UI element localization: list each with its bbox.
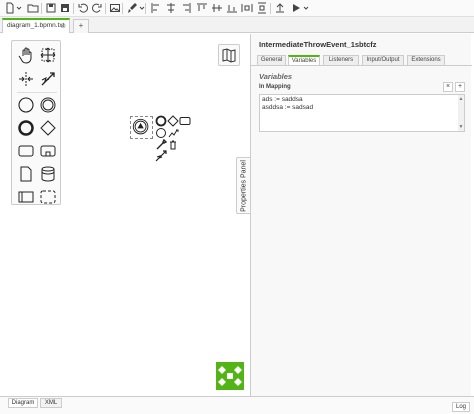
gateway-icon[interactable]: [39, 119, 57, 137]
minimap-toggle-button[interactable]: [218, 44, 240, 66]
tab-diagram[interactable]: Diagram: [8, 398, 38, 408]
start-event-icon[interactable]: [17, 96, 35, 114]
scroll-up-icon[interactable]: ▲: [458, 95, 464, 103]
mapping-item[interactable]: asddsa := sadsad: [262, 104, 462, 112]
align-center-icon[interactable]: [165, 2, 177, 14]
connect-icon[interactable]: [155, 150, 167, 162]
scroll-down-icon[interactable]: ▼: [458, 123, 464, 131]
intermediate-throw-event-icon[interactable]: [131, 117, 152, 138]
remove-mapping-button[interactable]: ×: [443, 82, 453, 92]
main-toolbar: [0, 0, 474, 17]
properties-panel: IntermediateThrowEvent_1sbtcfz General V…: [250, 34, 472, 396]
subprocess-icon[interactable]: [39, 142, 57, 160]
tab-xml[interactable]: XML: [40, 398, 62, 408]
log-button[interactable]: Log: [452, 402, 470, 412]
append-intermediate-event-icon[interactable]: [155, 127, 167, 139]
align-left-icon[interactable]: [150, 2, 162, 14]
task-icon[interactable]: [17, 142, 35, 160]
undo-icon[interactable]: [77, 2, 89, 14]
chevron-down-icon[interactable]: [136, 2, 145, 14]
properties-panel-toggle-label: Properties Panel: [240, 159, 247, 212]
file-tab[interactable]: diagram_1.bpmn.txt ⊗: [2, 18, 70, 33]
distribute-vertical-icon[interactable]: [256, 2, 268, 14]
pool-icon[interactable]: [17, 188, 35, 206]
append-gateway-icon[interactable]: [167, 115, 179, 127]
in-mapping-label: In Mapping: [259, 84, 291, 90]
data-object-icon[interactable]: [17, 165, 35, 183]
file-tab-label: diagram_1.bpmn.txt: [7, 22, 65, 29]
bottom-bar: Diagram XML: [0, 396, 474, 414]
save-as-icon[interactable]: [59, 2, 71, 14]
append-task-icon[interactable]: [179, 115, 191, 127]
align-bottom-icon[interactable]: [226, 2, 238, 14]
intermediate-event-icon[interactable]: [39, 96, 57, 114]
add-tab-button[interactable]: +: [73, 19, 89, 33]
close-tab-icon[interactable]: ⊗: [60, 22, 66, 30]
redo-icon[interactable]: [91, 2, 103, 14]
add-mapping-button[interactable]: +: [455, 82, 465, 92]
mapping-scrollbar[interactable]: ▲ ▼: [458, 95, 464, 131]
chevron-down-icon[interactable]: [300, 2, 309, 14]
hand-tool-icon[interactable]: [17, 46, 35, 64]
data-store-icon[interactable]: [39, 165, 57, 183]
end-event-icon[interactable]: [17, 119, 35, 137]
global-connect-tool-icon[interactable]: [39, 70, 57, 88]
tool-palette: [11, 40, 61, 205]
delete-trash-icon[interactable]: [167, 139, 179, 151]
lasso-tool-icon[interactable]: [39, 46, 57, 64]
properties-panel-toggle[interactable]: Properties Panel: [236, 157, 250, 214]
align-middle-icon[interactable]: [211, 2, 223, 14]
in-mapping-list[interactable]: ads := saddsa asddsa := sadsad ▲ ▼: [259, 94, 465, 132]
upload-icon[interactable]: [274, 2, 286, 14]
group-icon[interactable]: [39, 188, 57, 206]
distribute-horizontal-icon[interactable]: [241, 2, 253, 14]
space-tool-icon[interactable]: [17, 70, 35, 88]
mapping-item[interactable]: ads := saddsa: [262, 96, 462, 104]
align-top-icon[interactable]: [196, 2, 208, 14]
variables-heading: Variables: [259, 72, 293, 81]
element-id-title: IntermediateThrowEvent_1sbtcfz: [259, 40, 377, 49]
file-tab-bar: diagram_1.bpmn.txt ⊗ +: [0, 17, 474, 33]
chevron-down-icon[interactable]: [13, 2, 22, 14]
align-right-icon[interactable]: [180, 2, 192, 14]
save-icon[interactable]: [45, 2, 57, 14]
image-icon[interactable]: [109, 2, 121, 14]
selected-element-outline[interactable]: [130, 116, 153, 139]
map-icon: [222, 48, 236, 63]
text-annotation-icon[interactable]: [167, 127, 179, 139]
append-end-event-icon[interactable]: [155, 115, 167, 127]
open-folder-icon[interactable]: [27, 2, 39, 14]
bpmn-io-logo[interactable]: [216, 362, 244, 390]
